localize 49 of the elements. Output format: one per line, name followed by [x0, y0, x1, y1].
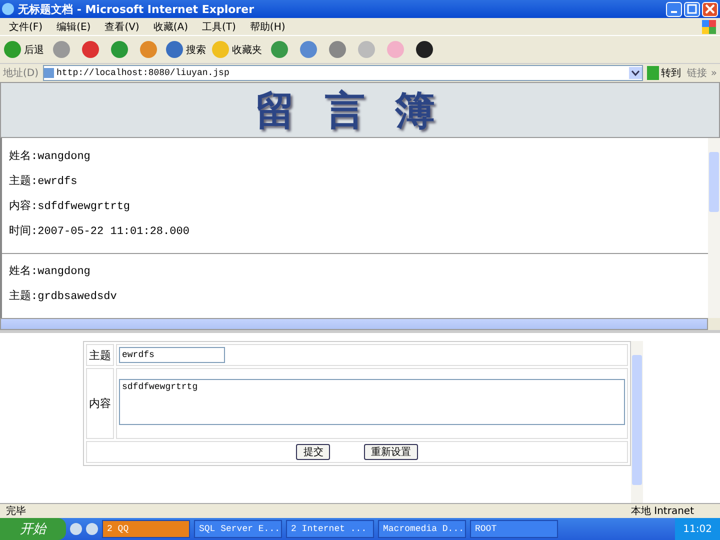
message-line: 姓名:wangdong [9, 265, 92, 279]
go-button[interactable]: 转到 [646, 66, 683, 80]
taskbar-button[interactable]: 2 Internet ... [286, 520, 374, 538]
links-label[interactable]: 链接 [686, 66, 707, 80]
subject-label: 主题 [86, 344, 114, 366]
minimize-button[interactable] [666, 2, 682, 16]
message-line: 内容:sdfdfwewgrtrtg [9, 200, 132, 214]
maximize-icon [687, 4, 697, 14]
taskbar-button[interactable]: SQL Server E... [194, 520, 282, 538]
quick-launch-icon[interactable] [70, 523, 82, 535]
quick-launch-icon[interactable] [86, 523, 98, 535]
toolbar-button[interactable]: 搜索 [166, 41, 206, 58]
address-label: 地址(D) [3, 66, 39, 80]
more-chevron[interactable]: » [710, 68, 717, 78]
content-field[interactable]: sdfdfwewgrtrtg [119, 379, 625, 425]
horizontal-scrollbar[interactable] [0, 318, 708, 330]
vertical-scrollbar[interactable] [631, 341, 643, 503]
reset-button[interactable]: 重新设置 [364, 444, 418, 460]
close-button[interactable] [702, 2, 718, 16]
taskbar-button[interactable]: Macromedia D... [378, 520, 466, 538]
minimize-icon [671, 11, 677, 13]
page-icon [44, 68, 54, 78]
menu-item[interactable]: 查看(V) [100, 20, 144, 34]
status-text: 完毕 [6, 504, 26, 518]
message-line: 主题:ewrdfs [9, 175, 78, 189]
windows-flag-icon [702, 20, 716, 34]
vertical-scrollbar[interactable] [708, 138, 720, 318]
toolbar-button[interactable]: 后退 [4, 41, 44, 58]
close-icon [705, 4, 715, 14]
window-title: 无标题文档 - Microsoft Internet Explorer [18, 2, 255, 16]
message-line: 时间:2007-05-22 11:01:28.000 [9, 225, 190, 239]
banner-title: 留言簿 [255, 86, 465, 136]
menu-item[interactable]: 帮助(H) [244, 20, 290, 34]
menu-item[interactable]: 工具(T) [197, 20, 241, 34]
menu-item[interactable]: 编辑(E) [52, 20, 96, 34]
subject-field[interactable]: ewrdfs [119, 347, 225, 363]
start-button[interactable]: 开始 [0, 518, 66, 540]
submit-button[interactable]: 提交 [296, 444, 330, 460]
message-line: 姓名:wangdong [9, 150, 92, 164]
menu-item[interactable]: 文件(F) [4, 20, 48, 34]
clock: 11:02 [683, 524, 712, 534]
taskbar-button[interactable]: ROOT [470, 520, 558, 538]
content-label: 内容 [86, 368, 114, 439]
menu-item[interactable]: 收藏(A) [148, 20, 193, 34]
zone-text: 本地 Intranet [630, 504, 694, 518]
maximize-button[interactable] [684, 2, 700, 16]
message-line: 主题:grdbsawedsdv [9, 290, 118, 304]
address-field[interactable]: http://localhost:8080/liuyan.jsp [42, 65, 643, 81]
toolbar-button[interactable]: 收藏夹 [212, 41, 262, 58]
